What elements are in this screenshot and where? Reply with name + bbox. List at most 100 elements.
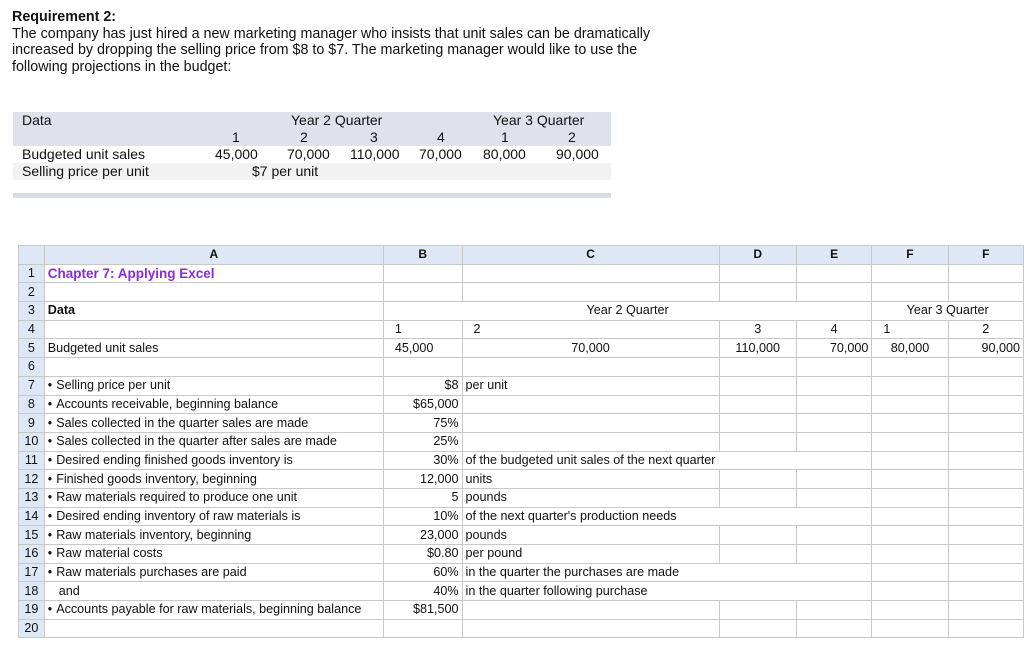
budgeted-unit-sales-label[interactable]: Budgeted unit sales <box>43 338 384 359</box>
cell[interactable] <box>947 413 1024 433</box>
row-number[interactable]: 6 <box>18 357 45 377</box>
cell[interactable] <box>382 282 463 303</box>
cell[interactable] <box>796 450 873 471</box>
cell[interactable] <box>795 413 873 433</box>
row-number[interactable]: 4 <box>18 319 45 340</box>
cell[interactable] <box>871 469 949 489</box>
item-label-cell[interactable]: • Accounts receivable, beginning balance <box>43 394 384 415</box>
cell[interactable] <box>947 469 1024 489</box>
item-value-cell[interactable]: $8 <box>382 375 463 396</box>
cell[interactable] <box>795 469 873 489</box>
cell[interactable] <box>795 357 873 377</box>
cell[interactable] <box>947 375 1024 396</box>
item-note-cell[interactable]: pounds <box>461 487 720 508</box>
cell[interactable] <box>382 618 463 639</box>
cell[interactable] <box>871 263 949 284</box>
cell[interactable] <box>871 581 949 602</box>
cell[interactable] <box>461 618 720 639</box>
quarter-cell[interactable]: 2 <box>947 319 1024 340</box>
item-note-cell[interactable] <box>461 413 720 433</box>
cell[interactable] <box>43 319 384 340</box>
cell[interactable] <box>795 375 873 396</box>
cell[interactable] <box>947 282 1024 303</box>
row-number[interactable]: 16 <box>18 544 45 564</box>
cell[interactable] <box>461 282 720 303</box>
quarter-cell[interactable]: 2 <box>461 319 720 340</box>
cell[interactable] <box>947 450 1024 471</box>
column-header-a[interactable]: A <box>43 245 384 265</box>
item-value-cell[interactable]: 23,000 <box>382 525 463 545</box>
cell[interactable] <box>719 562 797 583</box>
cell[interactable] <box>871 282 949 303</box>
cell[interactable] <box>382 263 463 284</box>
cell[interactable] <box>947 487 1024 508</box>
cell[interactable] <box>871 562 949 583</box>
row-number[interactable]: 17 <box>18 562 45 583</box>
cell[interactable] <box>947 394 1024 415</box>
cell[interactable] <box>871 431 949 452</box>
cell[interactable] <box>871 450 949 471</box>
cell[interactable] <box>795 263 873 284</box>
item-value-cell[interactable]: 60% <box>382 562 463 583</box>
row-number[interactable]: 19 <box>18 600 45 620</box>
cell[interactable] <box>947 506 1024 527</box>
column-header-e[interactable]: E <box>795 245 873 265</box>
item-note-cell[interactable]: in the quarter the purchases are made <box>461 562 719 583</box>
cell[interactable] <box>947 525 1024 545</box>
cell[interactable] <box>43 618 384 639</box>
item-note-cell[interactable] <box>461 431 720 452</box>
item-note-cell[interactable] <box>461 394 720 415</box>
item-label-cell[interactable]: • Accounts payable for raw materials, beg… <box>43 600 384 620</box>
cell[interactable] <box>871 375 949 396</box>
item-note-cell[interactable]: per unit <box>461 375 720 396</box>
cell[interactable] <box>718 282 797 303</box>
cell[interactable] <box>871 618 949 639</box>
item-note-cell[interactable]: units <box>461 469 720 489</box>
cell[interactable] <box>43 282 384 303</box>
data-label-cell[interactable]: Data <box>43 301 384 321</box>
row-number[interactable]: 11 <box>18 450 45 471</box>
item-value-cell[interactable]: 40% <box>382 581 463 602</box>
cell[interactable] <box>795 525 873 545</box>
cell[interactable] <box>871 600 949 620</box>
row-number[interactable]: 15 <box>18 525 45 545</box>
cell[interactable] <box>718 469 797 489</box>
cell[interactable] <box>718 263 797 284</box>
cell[interactable] <box>947 263 1024 284</box>
cell[interactable] <box>871 506 949 527</box>
column-header-b[interactable]: B <box>382 245 463 265</box>
cell[interactable] <box>795 562 873 583</box>
column-header-f[interactable]: F <box>871 245 949 265</box>
cell[interactable] <box>718 600 797 620</box>
cell[interactable] <box>871 544 949 564</box>
chapter-title[interactable]: Chapter 7: Applying Excel <box>43 263 384 284</box>
item-label-cell[interactable]: • Raw materials purchases are paid <box>43 562 384 583</box>
item-label-cell[interactable]: • Raw material costs <box>43 544 384 564</box>
item-value-cell[interactable]: $65,000 <box>382 394 463 415</box>
cell[interactable] <box>795 282 873 303</box>
corner-cell[interactable] <box>18 245 45 265</box>
quarter-cell[interactable]: 4 <box>795 319 873 340</box>
unit-sales-cell[interactable]: 80,000 <box>871 338 949 359</box>
cell[interactable] <box>947 600 1024 620</box>
item-note-cell[interactable]: of the next quarter's production needs <box>461 506 719 527</box>
cell[interactable] <box>718 431 797 452</box>
cell[interactable] <box>795 600 873 620</box>
quarter-cell[interactable]: 1 <box>382 319 463 340</box>
cell[interactable] <box>795 506 873 527</box>
cell[interactable] <box>461 357 720 377</box>
row-number[interactable]: 8 <box>18 394 45 415</box>
quarter-cell[interactable]: 1 <box>871 319 949 340</box>
item-value-cell[interactable]: $81,500 <box>382 600 463 620</box>
cell[interactable] <box>719 506 797 527</box>
item-value-cell[interactable]: 12,000 <box>382 469 463 489</box>
unit-sales-cell[interactable]: 70,000 <box>795 338 873 359</box>
item-note-cell[interactable] <box>461 600 720 620</box>
column-header-d[interactable]: D <box>718 245 797 265</box>
cell[interactable] <box>871 394 949 415</box>
item-note-cell[interactable]: in the quarter following purchase <box>461 581 719 602</box>
item-value-cell[interactable]: 75% <box>382 413 463 433</box>
unit-sales-cell[interactable]: 45,000 <box>382 338 463 359</box>
cell[interactable] <box>947 618 1024 639</box>
cell[interactable] <box>795 581 873 602</box>
